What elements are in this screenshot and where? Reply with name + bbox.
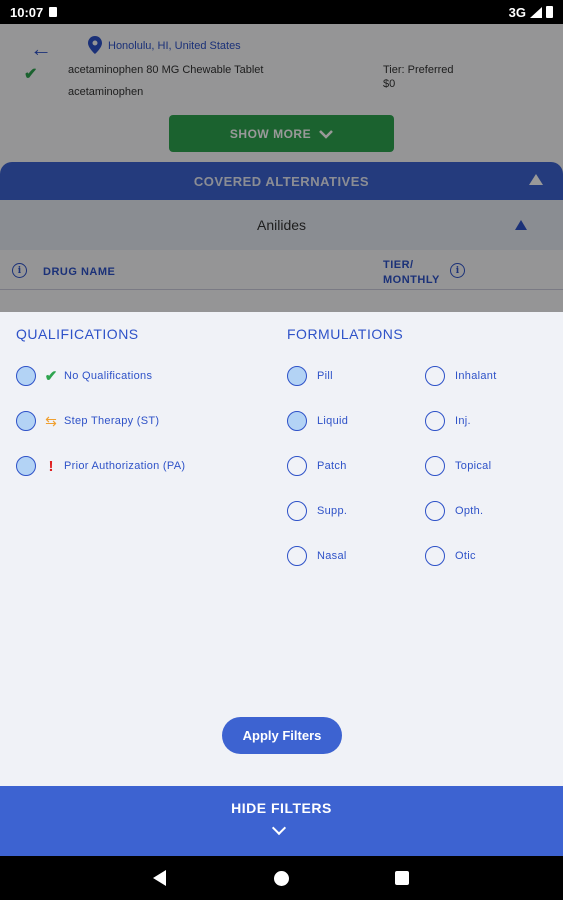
apply-filters-button[interactable]: Apply Filters <box>222 717 342 754</box>
check-icon: ✔ <box>44 368 58 385</box>
nav-back-icon[interactable] <box>153 870 166 886</box>
radio-button[interactable] <box>16 366 36 386</box>
dim-overlay[interactable] <box>0 24 563 312</box>
formulation-option-pill[interactable]: Pill <box>287 364 333 388</box>
sim-card-icon <box>49 7 58 17</box>
system-nav-bar <box>0 856 563 900</box>
qualifications-title: QUALIFICATIONS <box>16 326 139 342</box>
option-label: Pill <box>317 370 333 382</box>
formulation-option-liquid[interactable]: Liquid <box>287 409 348 433</box>
network-type: 3G <box>508 4 526 20</box>
radio-button[interactable] <box>287 411 307 431</box>
option-label: Step Therapy (ST) <box>64 415 160 427</box>
status-time: 10:07 <box>10 4 44 20</box>
option-label: Opth. <box>455 505 484 517</box>
formulation-option-otic[interactable]: Otic <box>425 544 476 568</box>
qualification-option-step-therapy[interactable]: ⇆ Step Therapy (ST) <box>16 409 159 433</box>
option-label: Inhalant <box>455 370 497 382</box>
option-label: Otic <box>455 550 476 562</box>
nav-home-icon[interactable] <box>274 871 289 886</box>
formulation-option-patch[interactable]: Patch <box>287 454 347 478</box>
signal-icon <box>530 6 542 18</box>
hide-filters-label: HIDE FILTERS <box>231 800 332 816</box>
radio-button[interactable] <box>425 411 445 431</box>
radio-button[interactable] <box>425 366 445 386</box>
option-label: Inj. <box>455 415 471 427</box>
filter-panel: QUALIFICATIONS FORMULATIONS ✔ No Qualifi… <box>0 312 563 786</box>
option-label: No Qualifications <box>64 370 153 382</box>
radio-button[interactable] <box>425 456 445 476</box>
radio-button[interactable] <box>16 411 36 431</box>
option-label: Nasal <box>317 550 347 562</box>
radio-button[interactable] <box>425 501 445 521</box>
exclamation-icon: ! <box>48 457 54 475</box>
battery-icon <box>546 6 553 18</box>
radio-button[interactable] <box>287 456 307 476</box>
radio-button[interactable] <box>425 546 445 566</box>
status-bar: 10:07 3G <box>0 0 563 24</box>
qualification-option-no-qualifications[interactable]: ✔ No Qualifications <box>16 364 152 388</box>
formulation-option-inhalant[interactable]: Inhalant <box>425 364 497 388</box>
formulations-title: FORMULATIONS <box>287 326 404 342</box>
qualification-option-prior-authorization[interactable]: ! Prior Authorization (PA) <box>16 454 185 478</box>
radio-button[interactable] <box>287 546 307 566</box>
formulation-option-inj[interactable]: Inj. <box>425 409 471 433</box>
chevron-down-icon <box>271 820 287 836</box>
swap-arrows-icon: ⇆ <box>45 412 57 429</box>
formulation-option-nasal[interactable]: Nasal <box>287 544 347 568</box>
hide-filters-button[interactable]: HIDE FILTERS <box>0 786 563 856</box>
formulation-option-opth[interactable]: Opth. <box>425 499 483 523</box>
option-label: Topical <box>455 460 492 472</box>
option-label: Patch <box>317 460 347 472</box>
radio-button[interactable] <box>287 366 307 386</box>
radio-button[interactable] <box>16 456 36 476</box>
option-label: Supp. <box>317 505 348 517</box>
radio-button[interactable] <box>287 501 307 521</box>
formulation-option-supp[interactable]: Supp. <box>287 499 347 523</box>
nav-recents-icon[interactable] <box>395 871 409 885</box>
status-indicators: 3G <box>509 5 553 20</box>
option-label: Liquid <box>317 415 349 427</box>
formulation-option-topical[interactable]: Topical <box>425 454 491 478</box>
option-label: Prior Authorization (PA) <box>64 460 186 472</box>
